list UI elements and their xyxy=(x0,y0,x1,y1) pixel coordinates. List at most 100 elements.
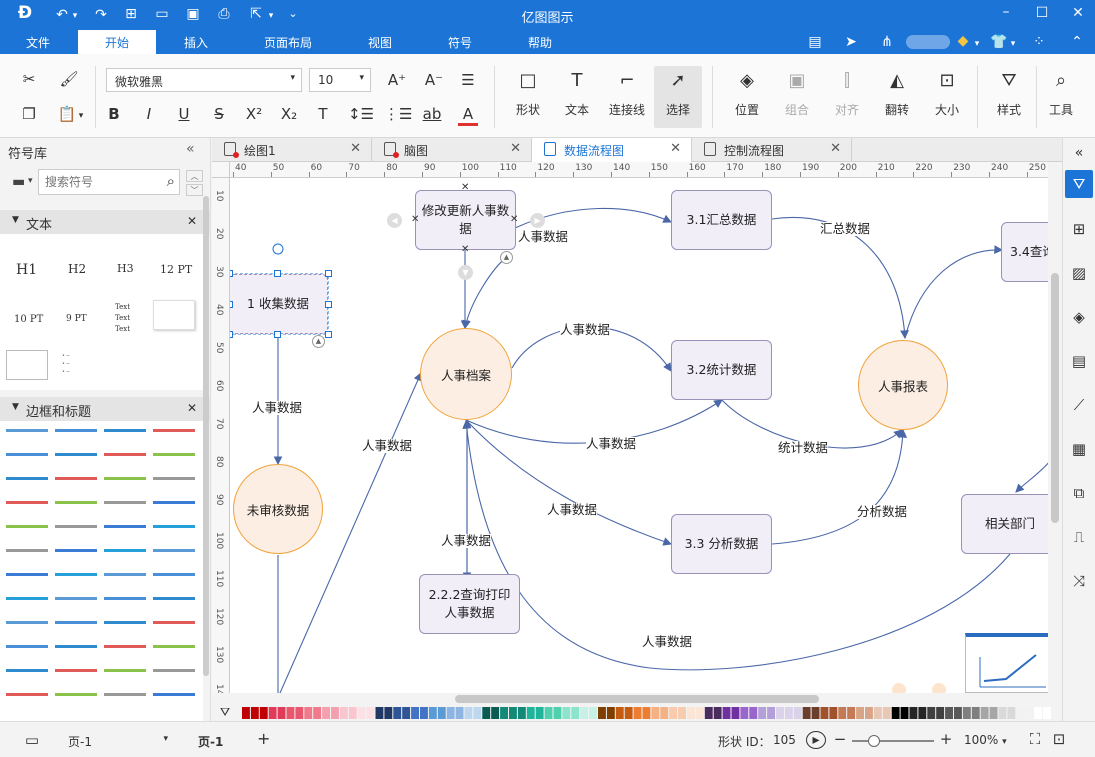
connector-icon[interactable]: ⌐ xyxy=(616,72,638,90)
border-thumbnail[interactable] xyxy=(55,693,97,696)
close-tab-icon[interactable]: ✕ xyxy=(670,141,681,156)
edge-label[interactable]: 人事数据 xyxy=(560,323,611,337)
border-thumbnail[interactable] xyxy=(6,549,48,552)
color-swatch[interactable] xyxy=(669,707,678,719)
text-case-icon[interactable]: T xyxy=(313,105,333,123)
color-swatch[interactable] xyxy=(286,707,295,719)
zoom-out-icon[interactable]: − xyxy=(832,730,848,748)
color-swatch[interactable] xyxy=(624,707,633,719)
edge-label[interactable]: 人事数据 xyxy=(518,230,569,244)
border-thumbnail[interactable] xyxy=(153,645,195,648)
tab-control-flow[interactable]: 控制流程图 ✕ xyxy=(692,138,852,162)
border-thumbnail[interactable] xyxy=(104,621,146,624)
border-thumbnail[interactable] xyxy=(153,669,195,672)
border-thumbnail[interactable] xyxy=(153,573,195,576)
shuffle-icon[interactable]: ⤨ xyxy=(1069,572,1089,590)
process-2-2-2-query-print[interactable]: 2.2.2查询打印人事数据 xyxy=(419,574,520,634)
color-swatch[interactable] xyxy=(749,707,758,719)
color-swatch[interactable] xyxy=(606,707,615,719)
color-swatch[interactable] xyxy=(526,707,535,719)
edge-label[interactable]: 统计数据 xyxy=(778,441,829,455)
border-thumbnail[interactable] xyxy=(55,645,97,648)
color-swatch[interactable] xyxy=(348,707,357,719)
menu-symbol[interactable]: 符号 xyxy=(448,34,472,51)
color-swatch[interactable] xyxy=(268,707,277,719)
vip-badge-icon[interactable]: ◆ xyxy=(954,33,972,49)
edge-label[interactable]: 人事数据 xyxy=(642,635,693,649)
border-thumbnail[interactable] xyxy=(55,669,97,672)
share-icon[interactable]: ⋔ xyxy=(878,34,896,50)
italic-icon[interactable]: I xyxy=(139,105,159,123)
color-swatch[interactable] xyxy=(259,707,268,719)
edge-label[interactable]: 分析数据 xyxy=(857,505,908,519)
color-swatch[interactable] xyxy=(776,707,784,719)
strikethrough-icon[interactable]: S xyxy=(209,105,229,123)
resize-handle[interactable] xyxy=(230,331,233,338)
color-swatch[interactable] xyxy=(304,707,313,719)
color-swatch[interactable] xyxy=(250,707,259,719)
shape-icon[interactable]: □ xyxy=(517,72,539,90)
search-icon[interactable]: ⌕ xyxy=(167,172,175,190)
text-sample-10pt[interactable]: 10 PT xyxy=(14,314,43,325)
flip-icon[interactable]: ◭ xyxy=(886,72,908,90)
edge-label[interactable]: 汇总数据 xyxy=(820,222,871,236)
color-swatch[interactable] xyxy=(882,707,891,719)
color-swatch[interactable] xyxy=(651,707,660,719)
fill-bucket-icon[interactable]: ⛛ xyxy=(220,705,230,720)
border-thumbnail[interactable] xyxy=(153,693,195,696)
section-header-text[interactable]: ▼ 文本 ✕ xyxy=(0,210,211,234)
text-sample-box[interactable] xyxy=(153,300,195,330)
border-thumbnail[interactable] xyxy=(6,597,48,600)
scroll-down-icon[interactable]: ﹀ xyxy=(186,184,203,196)
color-swatch[interactable] xyxy=(687,707,695,719)
cut-icon[interactable]: ✂ xyxy=(19,70,39,88)
resize-handle[interactable] xyxy=(325,331,332,338)
color-swatch[interactable] xyxy=(695,707,704,719)
border-thumbnails[interactable] xyxy=(0,421,203,721)
handle-x-right[interactable]: ✕ xyxy=(510,214,518,225)
color-swatch[interactable] xyxy=(856,707,864,719)
color-swatch[interactable] xyxy=(571,707,580,719)
bold-icon[interactable]: B xyxy=(104,105,124,123)
close-tab-icon[interactable]: ✕ xyxy=(830,141,841,156)
connector-tool-label[interactable]: 连接线 xyxy=(604,101,650,118)
color-swatch[interactable] xyxy=(464,707,473,719)
font-size-select[interactable]: 10 ▾ xyxy=(309,68,371,92)
left-arrow-handle-icon[interactable]: ◀ xyxy=(387,213,402,228)
border-thumbnail[interactable] xyxy=(153,597,195,600)
decrease-font-icon[interactable]: A⁻ xyxy=(424,71,444,89)
paste-dropdown-icon[interactable]: ▾ xyxy=(76,107,86,125)
color-swatches[interactable] xyxy=(242,705,1062,721)
skin-dropdown-icon[interactable]: ▾ xyxy=(1008,36,1018,52)
border-thumbnail[interactable] xyxy=(6,573,48,576)
horizontal-scrollbar[interactable] xyxy=(230,693,1048,705)
close-window-icon[interactable]: ✕ xyxy=(1068,5,1088,21)
zoom-in-icon[interactable]: + xyxy=(938,730,954,748)
process-collect-data[interactable]: 1 收集数据 xyxy=(230,274,328,334)
menu-page-layout[interactable]: 页面布局 xyxy=(264,34,312,51)
down-arrow-handle-icon[interactable]: ▼ xyxy=(458,265,473,280)
color-swatch[interactable] xyxy=(909,707,918,719)
format-painter-icon[interactable]: 🖌 xyxy=(59,70,79,88)
color-swatch[interactable] xyxy=(820,707,829,719)
color-swatch[interactable] xyxy=(375,707,384,719)
collapse-panel-icon[interactable]: « xyxy=(186,141,195,157)
color-swatch[interactable] xyxy=(891,707,900,719)
color-swatch[interactable] xyxy=(713,707,722,719)
zoom-level[interactable]: 100% ▾ xyxy=(964,733,1007,747)
close-section-icon[interactable]: ✕ xyxy=(187,214,197,228)
close-tab-icon[interactable]: ✕ xyxy=(350,141,361,156)
color-swatch[interactable] xyxy=(971,707,980,719)
color-swatch[interactable] xyxy=(1043,707,1051,719)
skin-icon[interactable]: 👕 xyxy=(990,34,1008,50)
right-arrow-handle-icon[interactable]: ▶ xyxy=(530,213,545,228)
tab-drawing1[interactable]: 绘图1 ✕ xyxy=(212,138,372,162)
border-thumbnail[interactable] xyxy=(104,645,146,648)
menu-insert[interactable]: 插入 xyxy=(184,34,208,51)
zoom-slider[interactable] xyxy=(852,735,934,747)
expand-panel-icon[interactable]: « xyxy=(1070,144,1088,162)
close-section-icon[interactable]: ✕ xyxy=(187,401,197,415)
process-modify-hr-data[interactable]: 修改更新人事数据 xyxy=(415,190,516,250)
color-swatch[interactable] xyxy=(402,707,411,719)
color-swatch[interactable] xyxy=(598,707,606,719)
